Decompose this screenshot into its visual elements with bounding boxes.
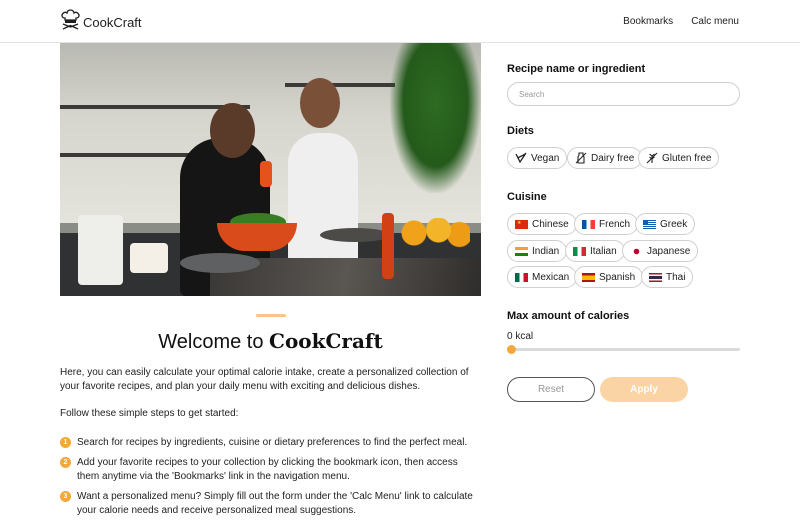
japan-flag-icon (630, 246, 643, 256)
chef-hat-icon (60, 9, 81, 36)
step-number-badge: 1 (60, 437, 71, 448)
calories-slider-track[interactable] (511, 348, 740, 351)
diet-chip-gluten-free[interactable]: Gluten free (638, 147, 720, 169)
india-flag-icon (515, 246, 528, 256)
hero-jar (78, 215, 123, 285)
hero-man (288, 133, 358, 273)
chip-label: Thai (666, 271, 686, 283)
accent-divider (256, 314, 286, 317)
thailand-flag-icon (649, 272, 662, 282)
chip-label: Chinese (532, 218, 569, 230)
follow-text: Follow these simple steps to get started… (60, 408, 239, 419)
dairy-free-icon (575, 152, 587, 164)
hero-oranges (400, 218, 470, 248)
calories-slider-thumb[interactable] (507, 345, 516, 354)
chip-label: Vegan (531, 152, 560, 164)
chip-label: Dairy free (591, 152, 635, 164)
cuisine-chip-mexican[interactable]: Mexican (507, 266, 578, 288)
cuisine-chip-japanese[interactable]: Japanese (622, 240, 699, 262)
hero-pepper-mill (382, 213, 394, 279)
logo[interactable]: CookCraft (60, 9, 142, 36)
step-text: Want a personalized menu? Simply fill ou… (77, 491, 473, 516)
greece-flag-icon (643, 219, 656, 229)
hero-container (130, 243, 168, 273)
reset-button[interactable]: Reset (507, 377, 595, 402)
calories-value: 0 kcal (507, 331, 534, 342)
hero-woman-head (210, 103, 255, 158)
apply-button[interactable]: Apply (600, 377, 688, 402)
hero-man-head (300, 78, 340, 128)
nav-bookmarks-link[interactable]: Bookmarks (623, 16, 673, 27)
search-input[interactable] (507, 82, 740, 106)
step-text: Search for recipes by ingredients, cuisi… (77, 437, 468, 448)
hero-lid (180, 253, 260, 273)
cuisine-chip-indian[interactable]: Indian (507, 240, 568, 262)
chip-label: Mexican (532, 271, 570, 283)
chip-label: Greek (660, 218, 688, 230)
cuisine-label: Cuisine (507, 191, 547, 203)
chip-label: Japanese (647, 245, 691, 257)
france-flag-icon (582, 219, 595, 229)
cuisine-chip-chinese[interactable]: ★ Chinese (507, 213, 577, 235)
china-flag-icon: ★ (515, 219, 528, 229)
cuisine-chip-spanish[interactable]: Spanish (574, 266, 644, 288)
cuisine-chip-thai[interactable]: Thai (641, 266, 694, 288)
title-brand: CookCraft (269, 329, 383, 353)
list-item: 2 Add your favorite recipes to your coll… (60, 456, 481, 484)
step-text: Add your favorite recipes to your collec… (77, 457, 458, 482)
leaf-icon (515, 152, 527, 164)
search-label: Recipe name or ingredient (507, 63, 646, 75)
cuisine-chip-greek[interactable]: Greek (635, 213, 696, 235)
diet-chip-vegan[interactable]: Vegan (507, 147, 568, 169)
spain-flag-icon (582, 272, 595, 282)
title-prefix: Welcome to (158, 331, 264, 353)
hero-image (60, 43, 481, 296)
site-header: CookCraft Bookmarks Calc menu (0, 0, 800, 43)
gluten-free-icon (646, 152, 658, 164)
hero-shelf (285, 83, 395, 87)
diet-chip-dairy-free[interactable]: Dairy free (567, 147, 643, 169)
hero-plant (390, 43, 481, 193)
hero-pepper (260, 161, 272, 187)
page-title: Welcome to CookCraft (60, 329, 481, 354)
chip-label: Indian (532, 245, 560, 257)
intro-text: Here, you can easily calculate your opti… (60, 367, 469, 392)
cuisine-chip-french[interactable]: French (574, 213, 639, 235)
diets-label: Diets (507, 125, 534, 137)
list-item: 3 Want a personalized menu? Simply fill … (60, 490, 481, 518)
list-item: 1 Search for recipes by ingredients, cui… (60, 436, 481, 450)
main-nav: Bookmarks Calc menu (623, 16, 739, 27)
step-number-badge: 2 (60, 457, 71, 468)
mexico-flag-icon (515, 272, 528, 282)
hero-pot (320, 228, 390, 242)
calories-label: Max amount of calories (507, 310, 630, 322)
chip-label: Italian (590, 245, 617, 257)
steps-list: 1 Search for recipes by ingredients, cui… (60, 436, 481, 522)
cuisine-chip-italian[interactable]: Italian (565, 240, 625, 262)
chip-label: Gluten free (662, 152, 712, 164)
brand-name: CookCraft (83, 15, 142, 30)
chip-label: French (599, 218, 631, 230)
step-number-badge: 3 (60, 491, 71, 502)
chip-label: Spanish (599, 271, 636, 283)
nav-calc-menu-link[interactable]: Calc menu (691, 16, 739, 27)
italy-flag-icon (573, 246, 586, 256)
